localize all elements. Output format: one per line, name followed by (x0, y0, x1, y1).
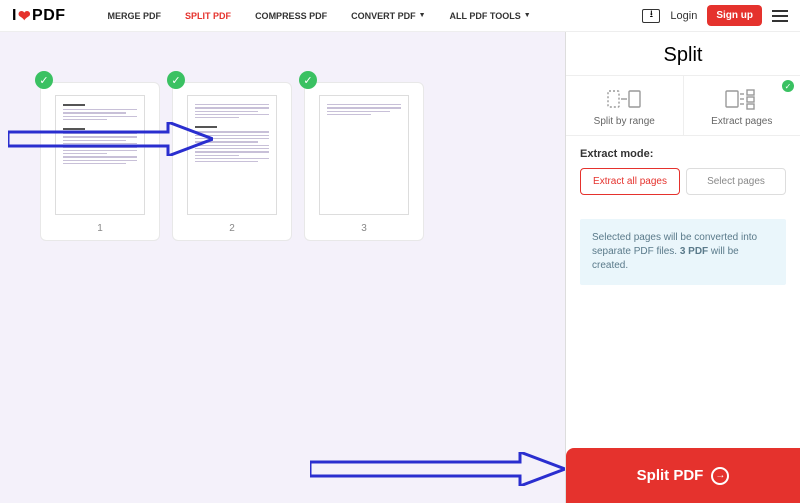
page-thumb[interactable]: ✓ 2 (172, 82, 292, 241)
page-thumb-row: ✓ 1 ✓ 2 (40, 82, 525, 241)
extract-mode-label: Extract mode: (580, 148, 786, 160)
annotation-arrow (8, 122, 213, 156)
login-link[interactable]: Login (670, 10, 697, 22)
mode-split-by-range[interactable]: Split by range (566, 76, 683, 135)
nav-split-pdf[interactable]: SPLIT PDF (173, 11, 243, 21)
signup-button[interactable]: Sign up (707, 5, 762, 26)
nav-convert-pdf[interactable]: CONVERT PDF▼ (339, 11, 437, 21)
split-pdf-button[interactable]: Split PDF → (566, 448, 800, 503)
mode-label: Split by range (594, 116, 655, 127)
top-nav: I ❤ PDF MERGE PDF SPLIT PDF COMPRESS PDF… (0, 0, 800, 32)
page-canvas: ✓ 1 ✓ 2 (0, 32, 565, 503)
arrow-right-icon: → (711, 467, 729, 485)
check-icon: ✓ (782, 80, 794, 92)
extract-all-pages-button[interactable]: Extract all pages (580, 168, 680, 195)
select-pages-button[interactable]: Select pages (686, 168, 786, 195)
page-thumb[interactable]: ✓ 1 (40, 82, 160, 241)
heart-icon: ❤ (18, 7, 31, 25)
nav-compress-pdf[interactable]: COMPRESS PDF (243, 11, 339, 21)
logo-pre: I (12, 7, 17, 25)
extract-panel: Extract mode: Extract all pages Select p… (566, 136, 800, 207)
cta-label: Split PDF (637, 467, 704, 484)
mode-label: Extract pages (711, 116, 772, 127)
range-icon (566, 86, 683, 112)
sidebar-title: Split (566, 32, 800, 75)
logo-post: PDF (32, 7, 66, 25)
options-sidebar: Split Split by range ✓ Extract pages Ext… (565, 32, 800, 503)
check-icon: ✓ (167, 71, 185, 89)
info-box: Selected pages will be converted into se… (580, 219, 786, 285)
nav-merge-pdf[interactable]: MERGE PDF (96, 11, 174, 21)
page-thumb[interactable]: ✓ 3 (304, 82, 424, 241)
page-number: 2 (185, 223, 279, 234)
mode-extract-pages[interactable]: ✓ Extract pages (683, 76, 800, 135)
annotation-arrow (310, 452, 565, 486)
chevron-down-icon: ▼ (524, 12, 531, 19)
extract-option-row: Extract all pages Select pages (580, 168, 786, 195)
nav-all-tools[interactable]: ALL PDF TOOLS▼ (438, 11, 543, 21)
page-preview (319, 95, 409, 215)
header-right: ⭳ Login Sign up (642, 5, 788, 26)
chevron-down-icon: ▼ (419, 12, 426, 19)
nav-menu: MERGE PDF SPLIT PDF COMPRESS PDF CONVERT… (96, 11, 543, 21)
check-icon: ✓ (299, 71, 317, 89)
mode-tabs: Split by range ✓ Extract pages (566, 75, 800, 136)
page-number: 1 (53, 223, 147, 234)
main-area: ✓ 1 ✓ 2 (0, 32, 800, 503)
page-number: 3 (317, 223, 411, 234)
logo[interactable]: I ❤ PDF (12, 7, 66, 25)
download-icon[interactable]: ⭳ (642, 9, 660, 23)
hamburger-icon[interactable] (772, 10, 788, 22)
check-icon: ✓ (35, 71, 53, 89)
